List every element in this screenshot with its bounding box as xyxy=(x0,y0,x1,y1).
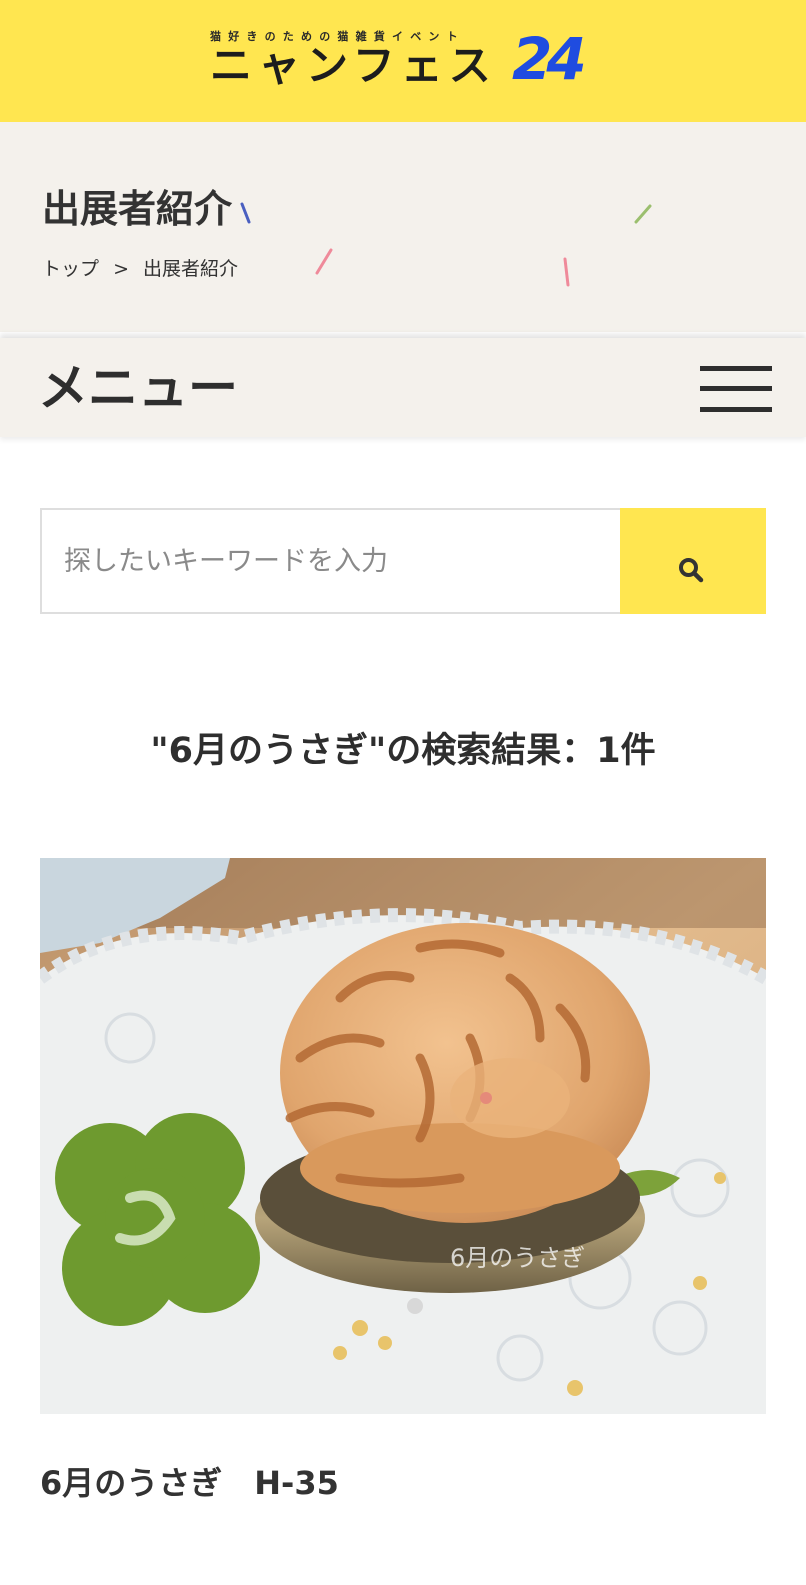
exhibitor-photo[interactable]: 6月のうさぎ xyxy=(40,858,766,1414)
exhibitor-card[interactable]: 6月のうさぎ 6月のうさぎ H-35 xyxy=(40,858,766,1548)
confetti-piece xyxy=(315,248,333,275)
photo-watermark: 6月のうさぎ xyxy=(450,1244,585,1272)
hamburger-line xyxy=(700,407,772,412)
menu-bar: メニュー xyxy=(0,338,806,437)
search-results-heading: "6月のうさぎ"の検索結果：1件 xyxy=(150,731,656,771)
exhibitor-title[interactable]: 6月のうさぎ H-35 xyxy=(40,1462,339,1504)
confetti-piece xyxy=(634,204,652,224)
page-title: 出展者紹介 xyxy=(42,187,233,231)
search-icon xyxy=(679,558,704,583)
site-logo[interactable]: 猫好きのための猫雑貨イベント ニャンフェス 24 xyxy=(210,28,600,92)
page-heading: 出展者紹介 トップ > 出展者紹介 xyxy=(0,122,806,332)
logo-number: 24 xyxy=(512,25,587,93)
breadcrumb: トップ > 出展者紹介 xyxy=(42,256,238,282)
search-button[interactable] xyxy=(620,508,766,614)
hamburger-line xyxy=(700,366,772,371)
confetti-piece xyxy=(240,202,251,224)
search-input[interactable] xyxy=(40,508,620,614)
breadcrumb-separator: > xyxy=(113,258,129,280)
search-form xyxy=(40,508,766,614)
site-header: 猫好きのための猫雑貨イベント ニャンフェス 24 xyxy=(0,0,806,122)
logo-name: ニャンフェス xyxy=(210,41,497,90)
confetti-piece xyxy=(563,257,570,287)
menu-label: メニュー xyxy=(38,359,238,417)
breadcrumb-current: 出展者紹介 xyxy=(143,258,239,280)
hamburger-icon[interactable] xyxy=(700,366,772,412)
breadcrumb-home-link[interactable]: トップ xyxy=(42,258,99,280)
hamburger-line xyxy=(700,386,772,391)
